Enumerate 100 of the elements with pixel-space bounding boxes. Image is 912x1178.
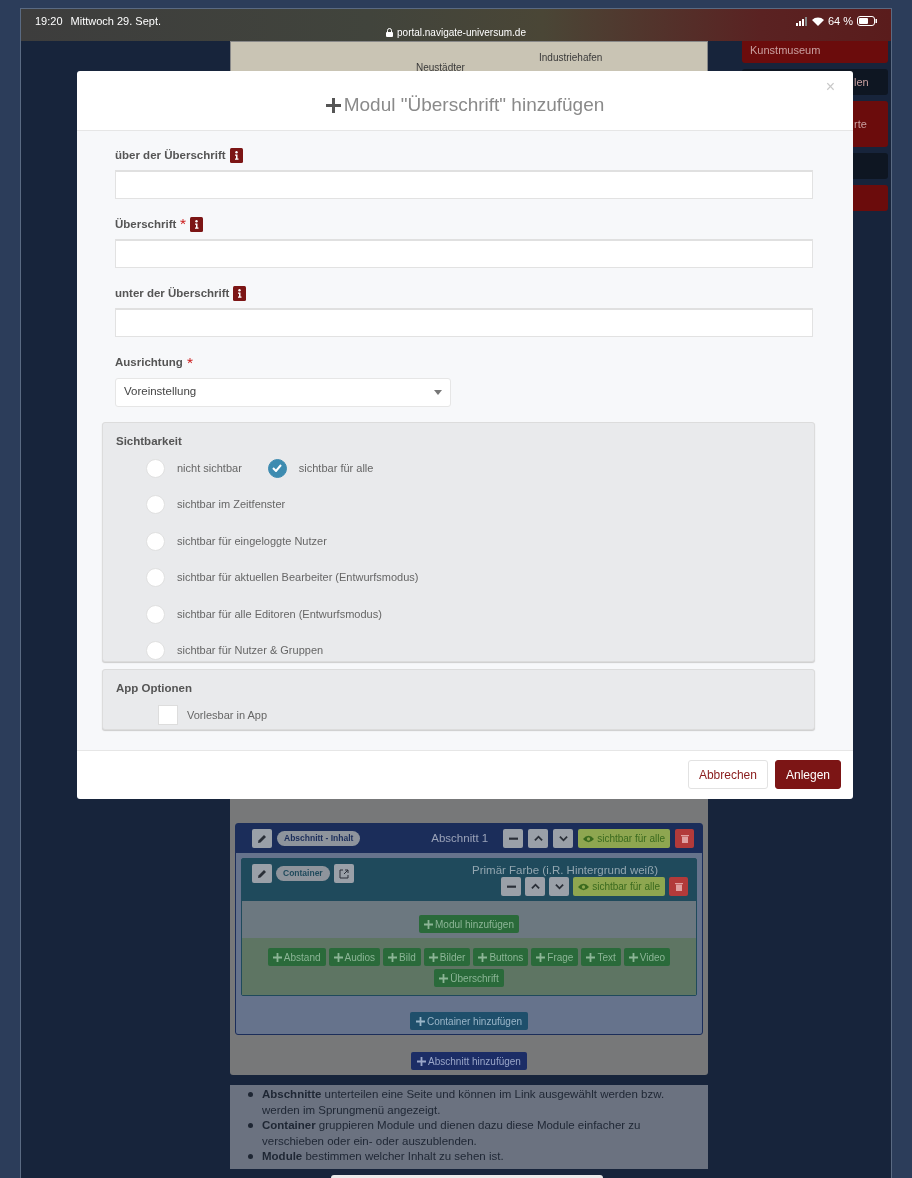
module-type-button[interactable]: Video — [623, 948, 671, 966]
visibility-button[interactable]: sichtbar für alle — [578, 829, 670, 848]
bullet-icon — [248, 1154, 253, 1159]
plus-icon — [536, 952, 546, 962]
plus-icon — [628, 952, 638, 962]
add-module-button[interactable]: Modul hinzufügen — [419, 915, 519, 933]
move-up-button[interactable] — [528, 829, 549, 848]
move-down-button[interactable] — [549, 877, 570, 896]
alignment-select[interactable]: Voreinstellung — [115, 377, 451, 407]
eye-icon — [583, 834, 595, 843]
option-label: sichtbar im Zeitfenster — [177, 497, 286, 513]
field-label: Überschrift — [115, 216, 177, 232]
eye-icon — [578, 882, 590, 891]
time-label: 19:20 — [35, 14, 63, 29]
chevron-down-icon — [554, 882, 564, 891]
delete-button[interactable] — [675, 829, 694, 848]
panel-title: Sichtbarkeit — [115, 433, 183, 449]
text-input[interactable] — [115, 308, 813, 338]
collapse-button[interactable] — [501, 877, 522, 896]
plus-icon — [333, 952, 343, 962]
checkbox[interactable] — [158, 704, 178, 725]
radio-option[interactable]: nicht sichtbar — [146, 458, 242, 478]
plus-icon — [272, 952, 282, 962]
radio-option[interactable]: sichtbar für alle Editoren (Entwurfsmodus) — [146, 604, 382, 624]
map-label: Neustädter — [416, 61, 465, 75]
edit-button[interactable] — [252, 864, 272, 883]
radio-option[interactable]: sichtbar für eingeloggte Nutzer — [146, 531, 327, 551]
field-label: Ausrichtung — [115, 355, 183, 371]
checkbox-label: Vorlesbar in App — [187, 707, 268, 723]
plus-icon — [439, 973, 449, 983]
plus-icon — [478, 952, 488, 962]
modal-title: Modul "Überschrift" hinzufügen — [343, 93, 605, 117]
option-label: nicht sichtbar — [177, 460, 242, 476]
radio-option[interactable]: sichtbar für alle — [267, 458, 374, 478]
container-badge: Container — [276, 866, 330, 881]
option-label: sichtbar für Nutzer & Gruppen — [177, 643, 324, 659]
radio-option[interactable]: sichtbar für aktuellen Bearbeiter (Entwurfsmodus) — [146, 568, 419, 587]
option-label: sichtbar für aktuellen Bearbeiter (Entwurfsmodus) — [177, 570, 419, 586]
option-label: sichtbar für alle Editoren (Entwurfsmodus) — [177, 606, 382, 622]
info-text: Abschnitte unterteilen eine Seite und können im Link ausgewählt werden bzw. werden im Sprungmenü angezeigt. — [262, 1087, 666, 1118]
open-external-button[interactable] — [333, 864, 354, 883]
module-type-button[interactable]: Text — [581, 948, 621, 966]
create-button[interactable]: Anlegen — [774, 760, 841, 790]
field-label: unter der Überschrift — [115, 286, 230, 301]
chevron-down-icon — [558, 834, 568, 843]
info-text: Container gruppieren Module und dienen dazu diese Module einfacher zu verschieben oder ein- oder auszublenden. — [262, 1118, 642, 1149]
panel-title: App Optionen — [115, 680, 193, 696]
field-label: über der Überschrift — [115, 147, 226, 163]
caret-icon — [434, 389, 442, 395]
visibility-button[interactable]: sichtbar für alle — [573, 877, 665, 896]
pencil-icon — [257, 868, 267, 879]
cancel-button[interactable]: Abbrechen — [687, 760, 768, 790]
url-label: portal.navigate-universum.de — [397, 26, 526, 40]
radio-option[interactable]: sichtbar im Zeitfenster — [146, 495, 286, 514]
add-section-button[interactable]: Abschnitt hinzufügen — [411, 1052, 527, 1070]
battery-icon — [857, 16, 877, 27]
bullet-icon — [248, 1092, 253, 1097]
module-type-button[interactable]: Überschrift — [434, 969, 504, 987]
external-link-icon — [338, 868, 349, 879]
check-icon — [272, 464, 283, 472]
container-title: Primär Farbe (i.R. Hintergrund weiß) — [472, 864, 658, 877]
plus-icon — [415, 1016, 425, 1026]
plus-icon — [388, 952, 398, 962]
chevron-up-icon — [533, 834, 543, 843]
collapse-button[interactable] — [503, 829, 524, 848]
text-input[interactable] — [115, 169, 813, 199]
option-label: sichtbar für alle — [298, 460, 374, 476]
plus-icon — [586, 952, 596, 962]
section-title: Abschnitt 1 — [431, 830, 489, 846]
radio-option[interactable]: sichtbar für Nutzer & Gruppen — [146, 641, 324, 660]
module-type-button[interactable]: Bilder — [423, 948, 471, 966]
bullet-icon — [248, 1123, 253, 1128]
edit-button[interactable] — [252, 829, 272, 848]
move-up-button[interactable] — [525, 877, 546, 896]
plus-icon — [424, 919, 433, 929]
module-type-button[interactable]: Abstand — [267, 948, 326, 966]
radio-button[interactable] — [267, 458, 287, 478]
wifi-icon — [811, 16, 824, 26]
info-text: Module bestimmen welcher Inhalt zu sehen ist. — [262, 1149, 504, 1164]
battery-level: 64 % — [827, 14, 853, 29]
plus-icon — [417, 1056, 427, 1066]
text-input[interactable] — [115, 239, 813, 268]
section-badge: Abschnitt - Inhalt — [277, 831, 361, 846]
move-down-button[interactable] — [553, 829, 574, 848]
chevron-up-icon — [530, 882, 540, 891]
option-label: sichtbar für eingeloggte Nutzer — [177, 533, 327, 549]
date-label: Mittwoch 29. Sept. — [70, 14, 162, 29]
module-type-button[interactable]: Bild — [383, 948, 421, 966]
trash-icon — [674, 882, 683, 891]
signal-icon — [795, 16, 808, 26]
plus-icon — [325, 97, 341, 113]
trash-icon — [680, 834, 689, 843]
pencil-icon — [257, 833, 267, 844]
map-label: Industriehafen — [539, 51, 603, 65]
module-type-button[interactable]: Audios — [328, 948, 381, 966]
add-container-button[interactable]: Container hinzufügen — [409, 1012, 529, 1030]
module-type-button[interactable]: Buttons — [473, 948, 529, 966]
delete-button[interactable] — [669, 877, 688, 896]
module-type-button[interactable]: Frage — [531, 948, 579, 966]
lock-icon — [386, 28, 393, 37]
